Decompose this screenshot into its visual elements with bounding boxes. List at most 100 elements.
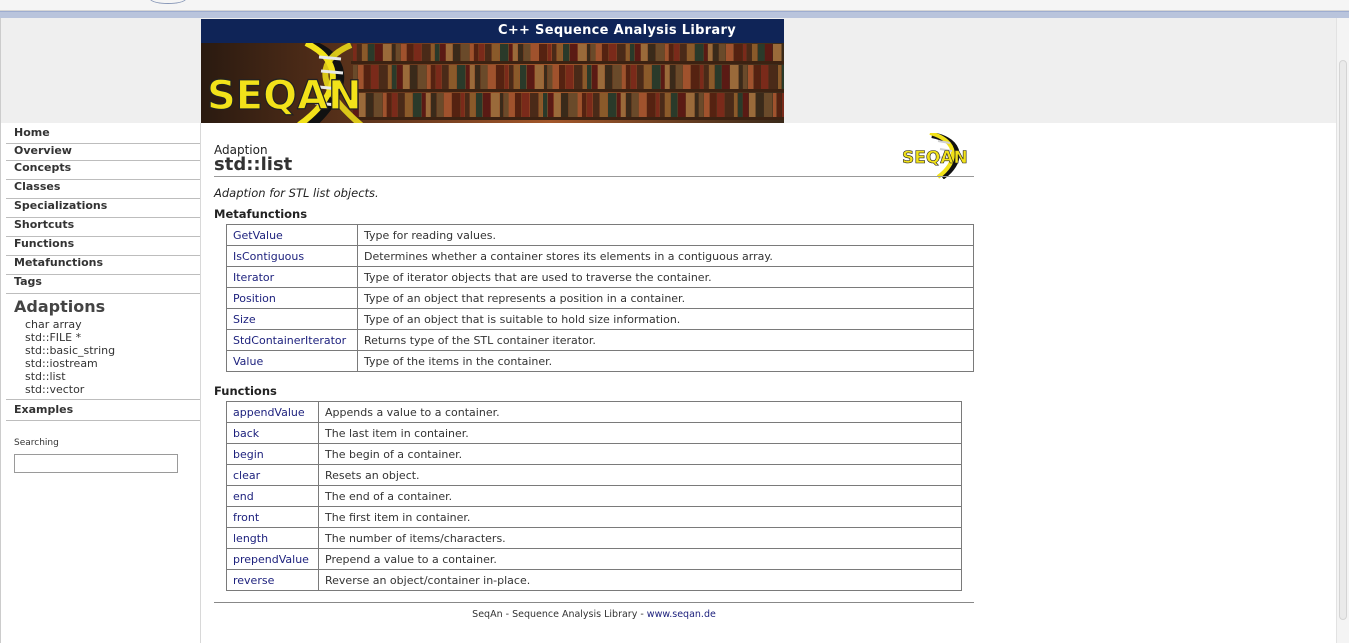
table-row: GetValue Type for reading values. <box>226 224 974 246</box>
book-spine <box>392 65 397 89</box>
nav-label[interactable]: Classes <box>14 180 60 193</box>
nav-concepts[interactable]: Concepts <box>6 161 200 180</box>
book-spine <box>500 44 509 61</box>
nav-home[interactable]: Home <box>6 126 200 144</box>
book-spine <box>626 93 632 117</box>
metafunction-link[interactable]: GetValue <box>226 224 358 246</box>
book-spine <box>449 65 457 89</box>
book-spine <box>527 65 535 89</box>
book-spine <box>366 93 374 117</box>
banner-library-image: SEQAN <box>201 43 784 123</box>
nav-examples[interactable]: Examples <box>6 403 200 421</box>
metafunction-link[interactable]: StdContainerIterator <box>226 329 358 351</box>
function-link[interactable]: reverse <box>226 569 319 591</box>
function-link[interactable]: end <box>226 485 319 507</box>
book-spine <box>561 93 569 117</box>
adaption-std-basic-string[interactable]: std::basic_string <box>25 344 115 357</box>
book-spine <box>413 93 422 117</box>
book-spine <box>592 65 598 89</box>
book-spine <box>435 44 440 61</box>
nav-label[interactable]: Functions <box>14 237 74 250</box>
nav-label[interactable]: Tags <box>14 275 42 288</box>
nav-specializations[interactable]: Specializations <box>6 199 200 218</box>
book-spine <box>485 44 492 61</box>
book-spine <box>765 44 773 61</box>
adaption-std-file[interactable]: std::FILE * <box>25 331 81 344</box>
table-row: begin The begin of a container. <box>226 443 962 465</box>
book-spine <box>427 65 431 89</box>
book-spine <box>483 93 491 117</box>
book-spine <box>466 65 470 89</box>
book-spine <box>777 93 782 117</box>
book-spine <box>543 93 548 117</box>
function-link[interactable]: prependValue <box>226 548 319 570</box>
banner-logo-text: SEQAN <box>207 73 362 119</box>
book-spine <box>569 93 578 117</box>
function-description: Resets an object. <box>318 464 962 486</box>
adaption-std-list[interactable]: std::list <box>25 370 66 383</box>
adaption-char-array[interactable]: char array <box>25 318 82 331</box>
book-spine <box>583 65 587 89</box>
function-link[interactable]: length <box>226 527 319 549</box>
book-spine <box>598 65 605 89</box>
search-input[interactable] <box>14 454 178 473</box>
footer-link[interactable]: www.seqan.de <box>647 609 716 620</box>
nav-tags[interactable]: Tags <box>6 275 200 294</box>
search-label: Searching <box>14 438 59 448</box>
table-row: reverse Reverse an object/container in-pl… <box>226 569 962 591</box>
book-spine <box>554 93 561 117</box>
nav-label[interactable]: Overview <box>14 144 72 157</box>
book-spine <box>574 65 583 89</box>
function-link[interactable]: front <box>226 506 319 528</box>
book-spine <box>357 44 362 61</box>
nav-label[interactable]: Concepts <box>14 161 71 174</box>
book-spine <box>520 65 527 89</box>
book-spine <box>656 44 665 61</box>
nav-label[interactable]: Examples <box>14 403 73 416</box>
function-link[interactable]: back <box>226 422 319 444</box>
book-spine <box>743 65 748 89</box>
book-spine <box>375 44 383 61</box>
book-spine <box>475 65 481 89</box>
metafunction-link[interactable]: Size <box>226 308 358 330</box>
book-spine <box>437 93 444 117</box>
table-row: prependValue Prepend a value to a contain… <box>226 548 962 570</box>
book-spine <box>431 44 435 61</box>
metafunction-link[interactable]: Position <box>226 287 358 309</box>
nav-metafunctions[interactable]: Metafunctions <box>6 256 200 275</box>
table-row: Position Type of an object that represent… <box>226 287 974 309</box>
book-spine <box>680 44 687 61</box>
book-spine <box>410 65 418 89</box>
nav-shortcuts[interactable]: Shortcuts <box>6 218 200 237</box>
nav-label[interactable]: Shortcuts <box>14 218 74 231</box>
nav-functions[interactable]: Functions <box>6 237 200 256</box>
function-link[interactable]: clear <box>226 464 319 486</box>
nav-overview[interactable]: Overview <box>6 144 200 161</box>
book-spine <box>453 44 461 61</box>
book-spine <box>660 93 665 117</box>
nav-label[interactable]: Specializations <box>14 199 107 212</box>
book-spine <box>754 65 761 89</box>
book-spine <box>730 65 739 89</box>
metafunction-link[interactable]: Iterator <box>226 266 358 288</box>
book-spine <box>353 44 357 61</box>
nav-label[interactable]: Home <box>14 126 50 139</box>
adaption-std-iostream[interactable]: std::iostream <box>25 357 98 370</box>
table-row: appendValue Appends a value to a containe… <box>226 401 962 423</box>
book-spine <box>403 65 410 89</box>
book-spine <box>368 44 375 61</box>
function-link[interactable]: begin <box>226 443 319 465</box>
book-spine <box>647 93 656 117</box>
metafunction-link[interactable]: IsContiguous <box>226 245 358 267</box>
metafunction-link[interactable]: Value <box>226 350 358 372</box>
table-row: IsContiguous Determines whether a contain… <box>226 245 974 267</box>
adaption-std-vector[interactable]: std::vector <box>25 383 84 396</box>
scrollbar-thumb[interactable] <box>1339 60 1347 620</box>
nav-classes[interactable]: Classes <box>6 180 200 199</box>
function-link[interactable]: appendValue <box>226 401 319 423</box>
seqan-banner: C++ Sequence Analysis Library SEQAN <box>201 19 784 123</box>
nav-label[interactable]: Metafunctions <box>14 256 103 269</box>
table-row: Iterator Type of iterator objects that ar… <box>226 266 974 288</box>
book-spine <box>782 93 784 117</box>
book-spine <box>717 93 725 117</box>
